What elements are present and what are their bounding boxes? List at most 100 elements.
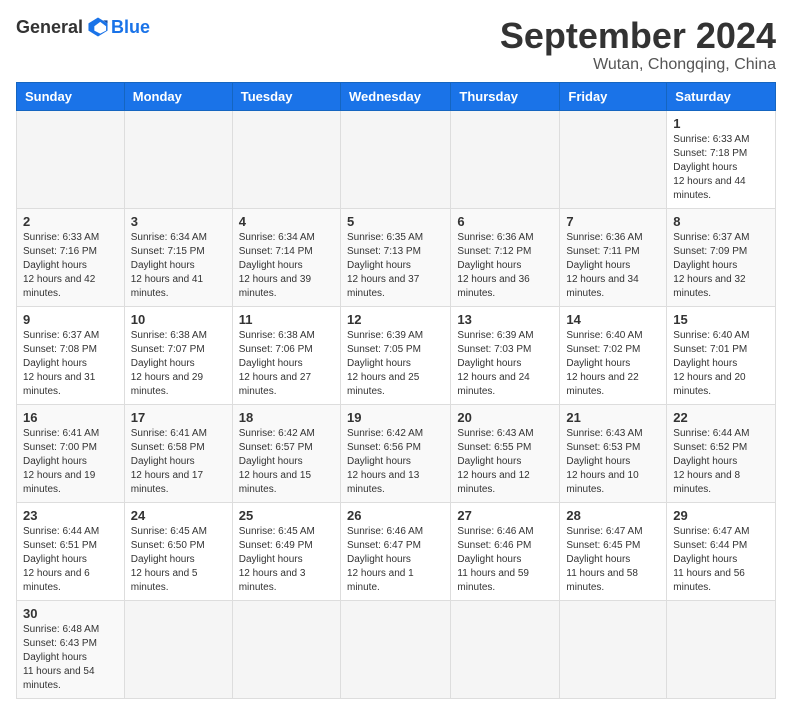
day-number: 19 — [347, 410, 444, 425]
day-number: 13 — [457, 312, 553, 327]
calendar-cell: 22Sunrise: 6:44 AMSunset: 6:52 PMDayligh… — [667, 404, 776, 502]
calendar-cell: 28 Sunrise: 6:47 AMSunset: 6:45 PMDayligh… — [560, 502, 667, 600]
week-row-5: 23 Sunrise: 6:44 AMSunset: 6:51 PMDayligh… — [17, 502, 776, 600]
week-row-3: 9 Sunrise: 6:37 AMSunset: 7:08 PMDaylight… — [17, 306, 776, 404]
logo-blue-text: Blue — [111, 17, 150, 38]
day-number: 23 — [23, 508, 118, 523]
calendar-cell — [667, 600, 776, 698]
calendar-cell: 23 Sunrise: 6:44 AMSunset: 6:51 PMDayligh… — [17, 502, 125, 600]
calendar-cell: 1Sunrise: 6:33 AMSunset: 7:18 PMDaylight… — [667, 110, 776, 208]
calendar-cell: 14 Sunrise: 6:40 AMSunset: 7:02 PMDayligh… — [560, 306, 667, 404]
day-info: Sunrise: 6:39 AMSunset: 7:03 PMDaylight … — [457, 329, 553, 399]
calendar-cell — [560, 600, 667, 698]
calendar-cell: 5 Sunrise: 6:35 AMSunset: 7:13 PMDaylight… — [340, 208, 450, 306]
calendar-cell — [340, 600, 450, 698]
calendar-cell — [232, 110, 340, 208]
day-number: 27 — [457, 508, 553, 523]
day-info: Sunrise: 6:35 AMSunset: 7:13 PMDaylight … — [347, 231, 444, 301]
calendar-cell — [232, 600, 340, 698]
calendar-cell: 24Sunrise: 6:45 AMSunset: 6:50 PMDayligh… — [124, 502, 232, 600]
day-number: 16 — [23, 410, 118, 425]
calendar-cell — [340, 110, 450, 208]
calendar-cell: 3 Sunrise: 6:34 AMSunset: 7:15 PMDaylight… — [124, 208, 232, 306]
day-info: Sunrise: 6:37 AMSunset: 7:08 PMDaylight … — [23, 329, 118, 399]
calendar-cell: 4 Sunrise: 6:34 AMSunset: 7:14 PMDaylight… — [232, 208, 340, 306]
col-header-friday: Friday — [560, 82, 667, 110]
calendar-cell: 17Sunrise: 6:41 AMSunset: 6:58 PMDayligh… — [124, 404, 232, 502]
day-number: 5 — [347, 214, 444, 229]
day-number: 6 — [457, 214, 553, 229]
day-info: Sunrise: 6:45 AMSunset: 6:50 PMDaylight … — [131, 525, 226, 595]
day-number: 26 — [347, 508, 444, 523]
day-info: Sunrise: 6:43 AMSunset: 6:55 PMDaylight … — [457, 427, 553, 497]
day-number: 11 — [239, 312, 334, 327]
day-number: 12 — [347, 312, 444, 327]
day-number: 2 — [23, 214, 118, 229]
week-row-6: 30 Sunrise: 6:48 AMSunset: 6:43 PMDayligh… — [17, 600, 776, 698]
day-info: Sunrise: 6:45 AMSunset: 6:49 PMDaylight … — [239, 525, 334, 595]
day-number: 9 — [23, 312, 118, 327]
day-info: Sunrise: 6:36 AMSunset: 7:11 PMDaylight … — [566, 231, 660, 301]
day-info: Sunrise: 6:46 AMSunset: 6:46 PMDaylight … — [457, 525, 553, 595]
day-info: Sunrise: 6:41 AMSunset: 7:00 PMDaylight … — [23, 427, 118, 497]
calendar-cell: 8Sunrise: 6:37 AMSunset: 7:09 PMDaylight… — [667, 208, 776, 306]
calendar-cell — [560, 110, 667, 208]
col-header-monday: Monday — [124, 82, 232, 110]
day-info: Sunrise: 6:48 AMSunset: 6:43 PMDaylight … — [23, 623, 118, 693]
day-info: Sunrise: 6:47 AMSunset: 6:45 PMDaylight … — [566, 525, 660, 595]
day-info: Sunrise: 6:41 AMSunset: 6:58 PMDaylight … — [131, 427, 226, 497]
calendar-cell: 6 Sunrise: 6:36 AMSunset: 7:12 PMDaylight… — [451, 208, 560, 306]
calendar-cell — [17, 110, 125, 208]
calendar-cell: 10Sunrise: 6:38 AMSunset: 7:07 PMDayligh… — [124, 306, 232, 404]
day-number: 30 — [23, 606, 118, 621]
day-info: Sunrise: 6:39 AMSunset: 7:05 PMDaylight … — [347, 329, 444, 399]
calendar-cell: 19 Sunrise: 6:42 AMSunset: 6:56 PMDayligh… — [340, 404, 450, 502]
calendar-cell — [451, 600, 560, 698]
col-header-saturday: Saturday — [667, 82, 776, 110]
day-info: Sunrise: 6:43 AMSunset: 6:53 PMDaylight … — [566, 427, 660, 497]
page-header: General Blue September 2024 Wutan, Chong… — [16, 16, 776, 74]
title-area: September 2024 Wutan, Chongqing, China — [500, 16, 776, 74]
day-number: 29 — [673, 508, 769, 523]
day-number: 28 — [566, 508, 660, 523]
calendar-cell: 25Sunrise: 6:45 AMSunset: 6:49 PMDayligh… — [232, 502, 340, 600]
calendar-cell: 20Sunrise: 6:43 AMSunset: 6:55 PMDayligh… — [451, 404, 560, 502]
day-info: Sunrise: 6:42 AMSunset: 6:56 PMDaylight … — [347, 427, 444, 497]
day-info: Sunrise: 6:33 AMSunset: 7:16 PMDaylight … — [23, 231, 118, 301]
day-number: 15 — [673, 312, 769, 327]
day-info: Sunrise: 6:40 AMSunset: 7:01 PMDaylight … — [673, 329, 769, 399]
calendar-cell: 9 Sunrise: 6:37 AMSunset: 7:08 PMDaylight… — [17, 306, 125, 404]
logo-icon — [87, 16, 109, 38]
col-header-wednesday: Wednesday — [340, 82, 450, 110]
day-info: Sunrise: 6:40 AMSunset: 7:02 PMDaylight … — [566, 329, 660, 399]
day-info: Sunrise: 6:34 AMSunset: 7:14 PMDaylight … — [239, 231, 334, 301]
day-info: Sunrise: 6:47 AMSunset: 6:44 PMDaylight … — [673, 525, 769, 595]
col-header-sunday: Sunday — [17, 82, 125, 110]
calendar-cell: 30 Sunrise: 6:48 AMSunset: 6:43 PMDayligh… — [17, 600, 125, 698]
day-number: 14 — [566, 312, 660, 327]
calendar-cell: 11Sunrise: 6:38 AMSunset: 7:06 PMDayligh… — [232, 306, 340, 404]
calendar-cell: 21 Sunrise: 6:43 AMSunset: 6:53 PMDayligh… — [560, 404, 667, 502]
calendar-cell: 15 Sunrise: 6:40 AMSunset: 7:01 PMDayligh… — [667, 306, 776, 404]
day-info: Sunrise: 6:44 AMSunset: 6:51 PMDaylight … — [23, 525, 118, 595]
calendar-cell — [451, 110, 560, 208]
col-header-tuesday: Tuesday — [232, 82, 340, 110]
day-number: 8 — [673, 214, 769, 229]
day-info: Sunrise: 6:44 AMSunset: 6:52 PMDaylight … — [673, 427, 769, 497]
day-info: Sunrise: 6:33 AMSunset: 7:18 PMDaylight … — [673, 133, 769, 203]
day-info: Sunrise: 6:36 AMSunset: 7:12 PMDaylight … — [457, 231, 553, 301]
logo-general-text: General — [16, 17, 83, 38]
calendar-cell: 18Sunrise: 6:42 AMSunset: 6:57 PMDayligh… — [232, 404, 340, 502]
location-title: Wutan, Chongqing, China — [500, 56, 776, 74]
day-info: Sunrise: 6:34 AMSunset: 7:15 PMDaylight … — [131, 231, 226, 301]
week-row-2: 2 Sunrise: 6:33 AMSunset: 7:16 PMDaylight… — [17, 208, 776, 306]
calendar-cell: 27 Sunrise: 6:46 AMSunset: 6:46 PMDayligh… — [451, 502, 560, 600]
calendar-cell — [124, 600, 232, 698]
day-number: 3 — [131, 214, 226, 229]
week-row-1: 1Sunrise: 6:33 AMSunset: 7:18 PMDaylight… — [17, 110, 776, 208]
logo: General Blue — [16, 16, 150, 38]
day-number: 4 — [239, 214, 334, 229]
day-number: 18 — [239, 410, 334, 425]
day-number: 21 — [566, 410, 660, 425]
col-header-thursday: Thursday — [451, 82, 560, 110]
